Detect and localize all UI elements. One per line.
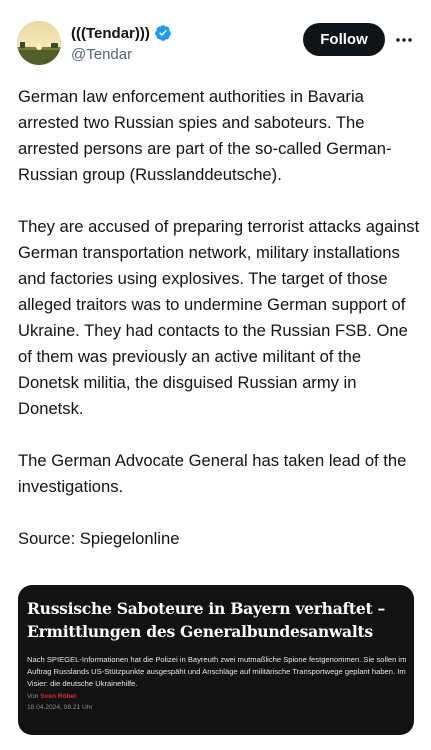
verified-badge-icon xyxy=(154,25,171,41)
sunset-landscape-avatar-icon xyxy=(17,21,61,65)
tweet-paragraph: German law enforcement authorities in Ba… xyxy=(18,87,392,184)
tweet-paragraph: The German Advocate General has taken le… xyxy=(18,451,407,496)
link-preview-card[interactable]: Russische Saboteure in Bayern verhaftet … xyxy=(18,585,414,735)
tweet-header: (((Tendar))) @Tendar Follow xyxy=(0,0,431,80)
name-row: (((Tendar))) xyxy=(71,24,172,42)
card-author-line: Von Sven Röbel xyxy=(27,693,76,700)
card-date: 18.04.2024, 08.21 Uhr xyxy=(27,704,93,711)
user-handle[interactable]: @Tendar xyxy=(71,46,132,63)
tweet-paragraph: Source: Spiegelonline xyxy=(18,529,180,548)
card-author-prefix: Von xyxy=(27,693,39,700)
follow-button[interactable]: Follow xyxy=(303,23,385,56)
card-lead-text: Nach SPIEGEL-Informationen hat die Poliz… xyxy=(27,655,407,688)
card-author-name: Sven Röbel xyxy=(40,693,77,700)
card-headline: Russische Saboteure in Bayern verhaftet … xyxy=(27,599,385,641)
tweet-text: German law enforcement authorities in Ba… xyxy=(18,84,420,552)
tweet-paragraph: They are accused of preparing terrorist … xyxy=(18,217,420,418)
display-name[interactable]: (((Tendar))) xyxy=(71,25,150,42)
more-horizontal-icon[interactable] xyxy=(393,30,415,50)
avatar[interactable] xyxy=(17,21,61,65)
